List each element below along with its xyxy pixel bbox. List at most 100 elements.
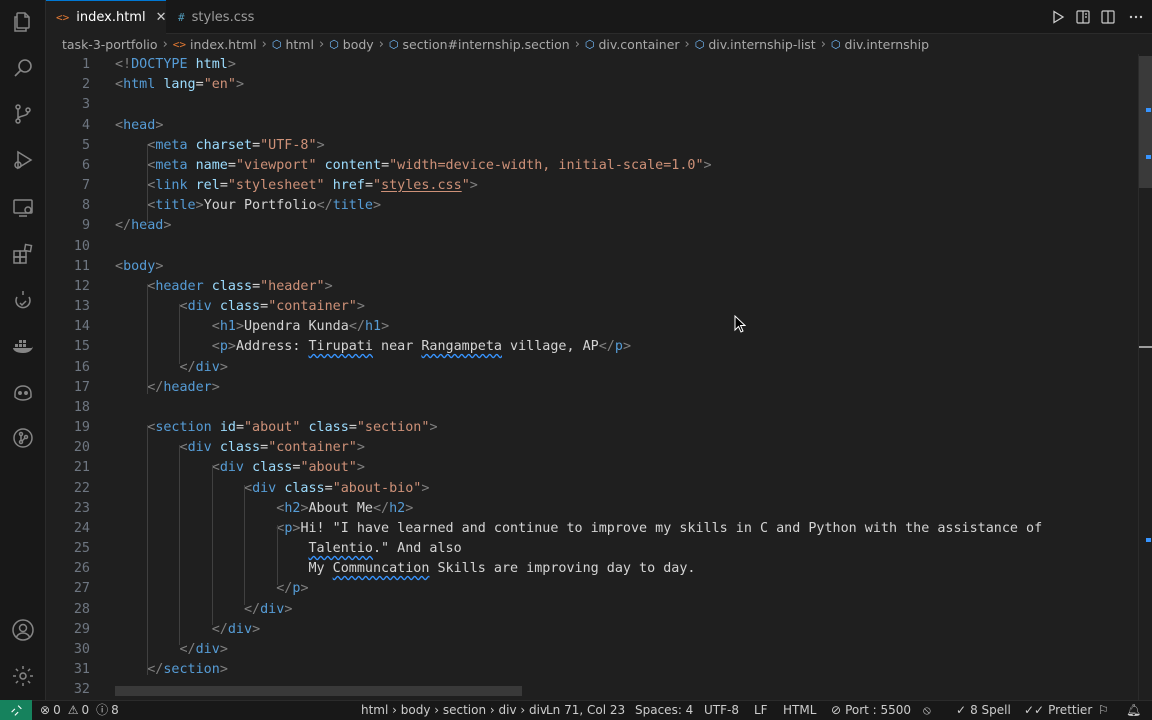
overview-marker — [1146, 538, 1151, 542]
copilot-icon[interactable] — [9, 378, 37, 406]
explorer-icon[interactable] — [9, 8, 37, 36]
status-path[interactable]: html › body › section › div › div — [361, 701, 547, 720]
code-line[interactable]: 3 — [46, 95, 1136, 115]
git-graph-icon[interactable] — [9, 424, 37, 452]
code-line[interactable]: 8 <title>Your Portfolio</title> — [46, 196, 1136, 216]
error-icon: ⊗ — [40, 703, 51, 717]
line-code: My Communcation Skills are improving day… — [308, 561, 696, 577]
remote-indicator-icon[interactable] — [0, 700, 32, 720]
line-number: 1 — [81, 57, 90, 72]
breadcrumb-item[interactable]: body — [343, 37, 374, 52]
overview-marker — [1146, 155, 1151, 159]
code-line[interactable]: 11 <body> — [46, 257, 1136, 277]
breadcrumb-item[interactable]: div.internship — [845, 37, 929, 52]
code-line[interactable]: 30 </div> — [46, 640, 1136, 660]
run-icon[interactable] — [1045, 0, 1070, 34]
tab-styles-css[interactable]: # styles.css — [168, 0, 268, 34]
close-icon[interactable]: ✕ — [156, 10, 167, 25]
code-line[interactable]: 27 </p> — [46, 579, 1136, 599]
broadcast-icon[interactable]: ⦸ — [923, 701, 931, 720]
code-line[interactable]: 21 <div class="about"> — [46, 458, 1136, 478]
code-line[interactable]: 16 </div> — [46, 358, 1136, 378]
breadcrumb-item[interactable]: div.internship-list — [708, 37, 815, 52]
code-line[interactable]: 22 <div class="about-bio"> — [46, 479, 1136, 499]
horizontal-scrollbar[interactable] — [115, 686, 522, 696]
indentation[interactable]: Spaces: 4 — [635, 701, 693, 720]
breadcrumb-item[interactable]: task-3-portfolio — [62, 37, 158, 52]
source-control-icon[interactable] — [9, 100, 37, 128]
code-line[interactable]: 29 </div> — [46, 620, 1136, 640]
code-line[interactable]: 2 <html lang="en"> — [46, 75, 1136, 95]
code-line[interactable]: 4 <head> — [46, 116, 1136, 136]
code-line[interactable]: 23 <h2>About Me</h2> — [46, 499, 1136, 519]
line-number: 15 — [73, 339, 90, 355]
code-line[interactable]: 1 <!DOCTYPE html> — [46, 55, 1136, 75]
testing-icon[interactable] — [9, 286, 37, 314]
breadcrumb-item[interactable]: index.html — [190, 37, 257, 52]
line-number: 17 — [73, 379, 90, 395]
notifications-bell-icon[interactable]: 🔔︎ — [1126, 701, 1141, 720]
spell-label: 8 Spell — [970, 703, 1011, 717]
breadcrumb-item[interactable]: section#internship.section — [403, 37, 570, 52]
code-line[interactable]: 14 <h1>Upendra Kunda</h1> — [46, 317, 1136, 337]
line-code: <div class="container"> — [179, 299, 365, 315]
tab-label: index.html — [76, 10, 146, 25]
open-preview-icon[interactable] — [1070, 0, 1095, 34]
code-line[interactable]: 6 <meta name="viewport" content="width=d… — [46, 156, 1136, 176]
language-mode[interactable]: HTML — [783, 701, 816, 720]
line-number: 5 — [81, 137, 90, 153]
settings-gear-icon[interactable] — [9, 662, 37, 690]
code-line[interactable]: 24 <p>Hi! "I have learned and continue t… — [46, 519, 1136, 539]
search-icon[interactable] — [9, 54, 37, 82]
code-line[interactable]: 5 <meta charset="UTF-8"> — [46, 136, 1136, 156]
indent-guide — [179, 445, 180, 645]
tab-index-html[interactable]: <> index.html ✕ — [46, 0, 166, 34]
line-code: <meta name="viewport" content="width=dev… — [147, 157, 712, 173]
breadcrumb-item[interactable]: html — [285, 37, 313, 52]
vertical-scrollbar[interactable] — [1138, 54, 1152, 700]
code-line[interactable]: 10 — [46, 237, 1136, 257]
line-number: 24 — [73, 520, 90, 536]
docker-icon[interactable] — [9, 332, 37, 360]
code-line[interactable]: 20 <div class="container"> — [46, 438, 1136, 458]
run-debug-icon[interactable] — [9, 146, 37, 174]
account-icon[interactable] — [9, 616, 37, 644]
end-of-line[interactable]: LF — [754, 701, 768, 720]
indent-guide — [244, 485, 245, 605]
code-line[interactable]: 26 My Communcation Skills are improving … — [46, 559, 1136, 579]
code-line[interactable]: 9 </head> — [46, 216, 1136, 236]
feedback-icon[interactable]: ⚐ — [1098, 701, 1109, 720]
code-editor[interactable]: 1 <!DOCTYPE html> 2 <html lang="en"> 3 4 <head… — [46, 54, 1152, 700]
problems-indicator[interactable]: ⊗ 0 ⚠ 0 ⓘ 8 — [40, 701, 119, 720]
code-line[interactable]: 13 <div class="container"> — [46, 297, 1136, 317]
code-line[interactable]: 28 </div> — [46, 600, 1136, 620]
code-line[interactable]: 7 <link rel="stylesheet" href="styles.cs… — [46, 176, 1136, 196]
line-code: <div class="about"> — [211, 460, 365, 476]
live-server-port[interactable]: ⊘ Port : 5500 — [831, 701, 911, 720]
line-code: <html lang="en"> — [115, 77, 244, 93]
code-line[interactable]: 31 </section> — [46, 660, 1136, 680]
code-line[interactable]: 25 Talentio." And also — [46, 539, 1136, 559]
code-line[interactable]: 12 <header class="header"> — [46, 277, 1136, 297]
line-number: 8 — [81, 198, 90, 214]
breadcrumb-item[interactable]: div.container — [599, 37, 680, 52]
split-editor-icon[interactable] — [1095, 0, 1120, 34]
remote-explorer-icon[interactable] — [9, 194, 37, 222]
extensions-icon[interactable] — [9, 240, 37, 268]
encoding[interactable]: UTF-8 — [704, 701, 739, 720]
tab-label: styles.css — [191, 9, 255, 25]
spell-checker[interactable]: ✓ 8 Spell — [956, 701, 1011, 720]
code-line[interactable]: 18 — [46, 398, 1136, 418]
code-line[interactable]: 17 </header> — [46, 378, 1136, 398]
code-line[interactable]: 19 <section id="about" class="section"> — [46, 418, 1136, 438]
cursor-position[interactable]: Ln 71, Col 23 — [546, 701, 625, 720]
line-number: 26 — [73, 561, 90, 577]
line-code: <link rel="stylesheet" href="styles.css"… — [147, 178, 478, 194]
line-number: 30 — [73, 641, 90, 657]
scrollbar-thumb[interactable] — [1139, 56, 1152, 188]
prettier-status[interactable]: ✓✓ Prettier — [1024, 701, 1092, 720]
more-actions-icon[interactable] — [1120, 0, 1152, 34]
code-line[interactable]: 15 <p>Address: Tirupati near Rangampeta … — [46, 337, 1136, 357]
chevron-right-icon: › — [820, 36, 826, 52]
line-number: 25 — [73, 541, 90, 557]
